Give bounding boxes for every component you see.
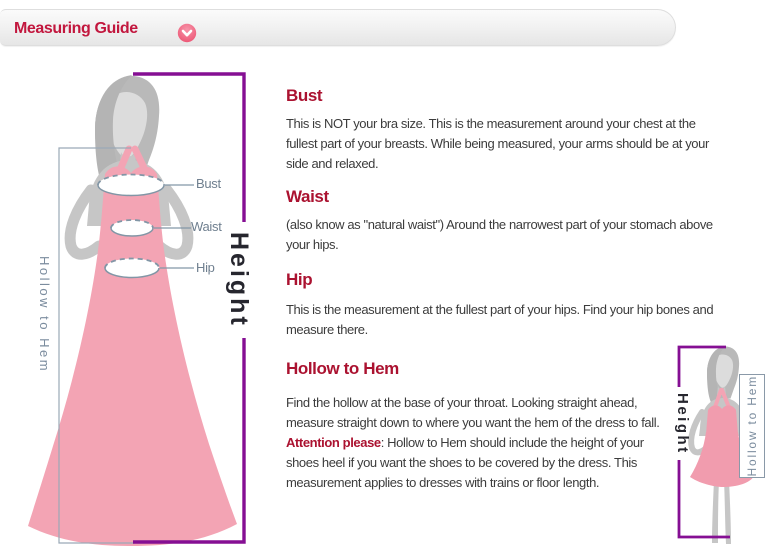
bust-section-body: This is NOT your bra size. This is the m… bbox=[286, 114, 738, 174]
chevron-down-icon[interactable] bbox=[177, 23, 197, 43]
waist-measure-ellipse bbox=[111, 220, 153, 236]
dress-figure-illustration bbox=[25, 58, 255, 550]
bust-measure-ellipse bbox=[98, 175, 164, 196]
measuring-guide-header-bar: Measuring Guide bbox=[0, 9, 676, 46]
main-measurement-diagram bbox=[25, 58, 255, 550]
bust-section-heading: Bust bbox=[286, 87, 322, 105]
hip-measure-ellipse bbox=[105, 259, 159, 278]
hollow-section-heading: Hollow to Hem bbox=[286, 360, 399, 378]
hip-section-body: This is the measurement at the fullest p… bbox=[286, 300, 738, 340]
bust-diagram-label: Bust bbox=[196, 177, 221, 191]
waist-diagram-label: Waist bbox=[191, 220, 222, 234]
hip-section-heading: Hip bbox=[286, 271, 312, 289]
hollow-section-body: Find the hollow at the base of your thro… bbox=[286, 393, 666, 493]
waist-section-heading: Waist bbox=[286, 188, 329, 206]
small-hollow-to-hem-box: Hollow to Hem bbox=[739, 374, 765, 478]
hip-diagram-label: Hip bbox=[196, 261, 215, 275]
small-hollow-to-hem-label: Hollow to Hem bbox=[745, 375, 759, 476]
waist-section-body: (also know as "natural waist") Around th… bbox=[286, 215, 738, 255]
hollow-to-hem-diagram-label: Hollow to Hem bbox=[32, 256, 52, 378]
attention-please-label: Attention please bbox=[286, 435, 381, 450]
hollow-body-before: Find the hollow at the base of your thro… bbox=[286, 395, 659, 430]
small-height-label: Height bbox=[667, 388, 691, 460]
page-title: Measuring Guide bbox=[14, 19, 138, 38]
height-diagram-label: Height bbox=[223, 219, 253, 341]
measuring-guide-page: Measuring Guide bbox=[0, 0, 778, 553]
